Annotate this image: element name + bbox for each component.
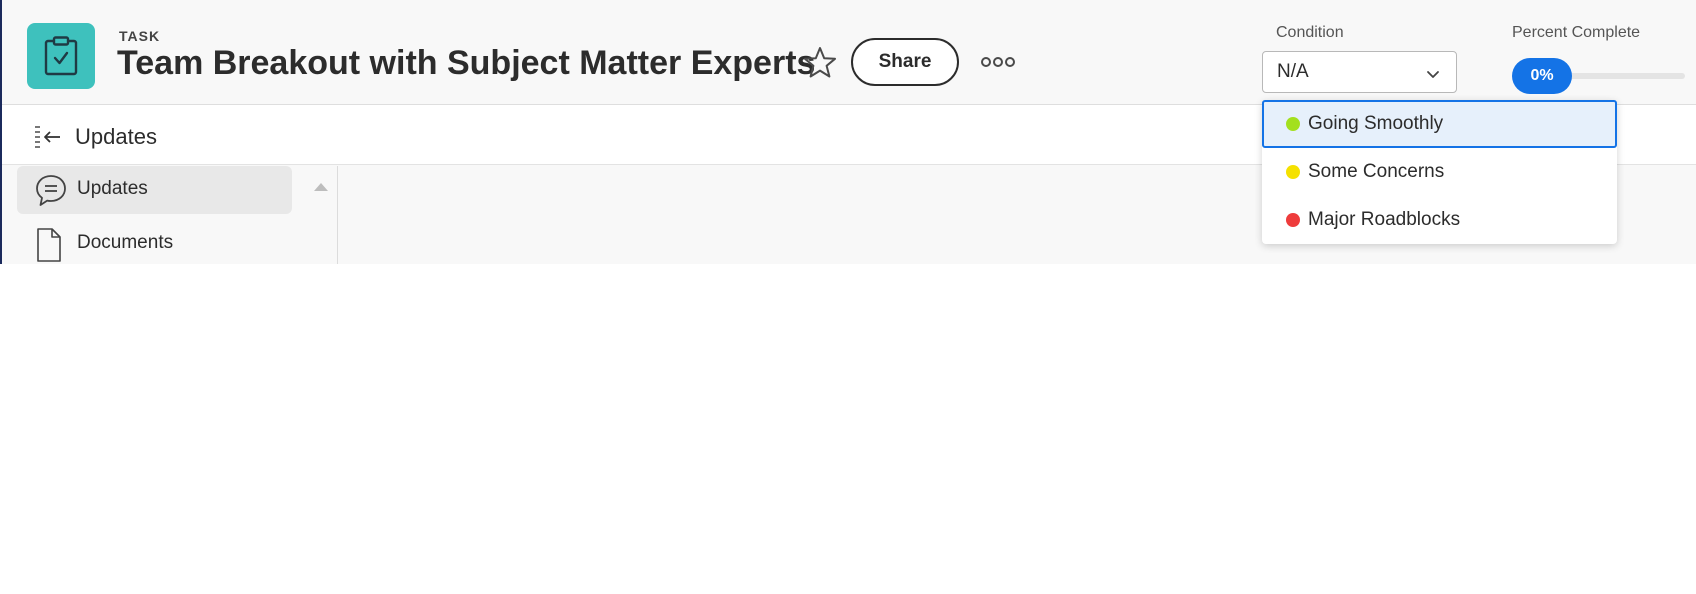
- condition-option-major-roadblocks[interactable]: Major Roadblocks: [1262, 196, 1617, 244]
- document-icon: [34, 227, 64, 264]
- status-dot-icon: [1286, 165, 1300, 179]
- sidebar: Updates Documents: [2, 166, 338, 264]
- share-button[interactable]: Share: [851, 38, 959, 86]
- status-dot-icon: [1286, 117, 1300, 131]
- option-label: Major Roadblocks: [1308, 209, 1461, 230]
- panel-title: Updates: [75, 124, 157, 149]
- condition-option-going-smoothly[interactable]: Going Smoothly: [1262, 100, 1617, 148]
- chat-bubble-icon: [34, 173, 68, 214]
- condition-dropdown-menu: Going Smoothly Some Concerns Major Roadb…: [1262, 100, 1617, 244]
- collapse-panel-icon[interactable]: [33, 124, 63, 155]
- condition-option-some-concerns[interactable]: Some Concerns: [1262, 148, 1617, 196]
- condition-selected-value: N/A: [1277, 61, 1309, 82]
- sidebar-item-label: Updates: [77, 178, 148, 199]
- clipboard-check-icon: [27, 23, 95, 89]
- percent-complete-label: Percent Complete: [1512, 24, 1641, 41]
- scroll-up-icon[interactable]: [313, 179, 329, 197]
- task-header: TASK Team Breakout with Subject Matter E…: [2, 0, 1696, 105]
- task-page: TASK Team Breakout with Subject Matter E…: [0, 0, 1696, 264]
- more-dots-icon[interactable]: [980, 50, 1016, 74]
- sidebar-item-label: Documents: [77, 232, 174, 253]
- condition-label: Condition: [1276, 24, 1344, 41]
- option-label: Some Concerns: [1308, 161, 1445, 182]
- star-icon[interactable]: [802, 45, 838, 81]
- chevron-down-icon: [1426, 65, 1440, 87]
- condition-select[interactable]: N/A: [1262, 51, 1457, 93]
- status-dot-icon: [1286, 213, 1300, 227]
- sidebar-item-documents[interactable]: Documents: [17, 220, 292, 264]
- option-label: Going Smoothly: [1308, 113, 1444, 134]
- percent-complete-value[interactable]: 0%: [1512, 58, 1572, 94]
- page-title: Team Breakout with Subject Matter Expert…: [117, 44, 816, 82]
- sidebar-item-updates[interactable]: Updates: [17, 166, 292, 214]
- object-type-label: TASK: [119, 28, 161, 44]
